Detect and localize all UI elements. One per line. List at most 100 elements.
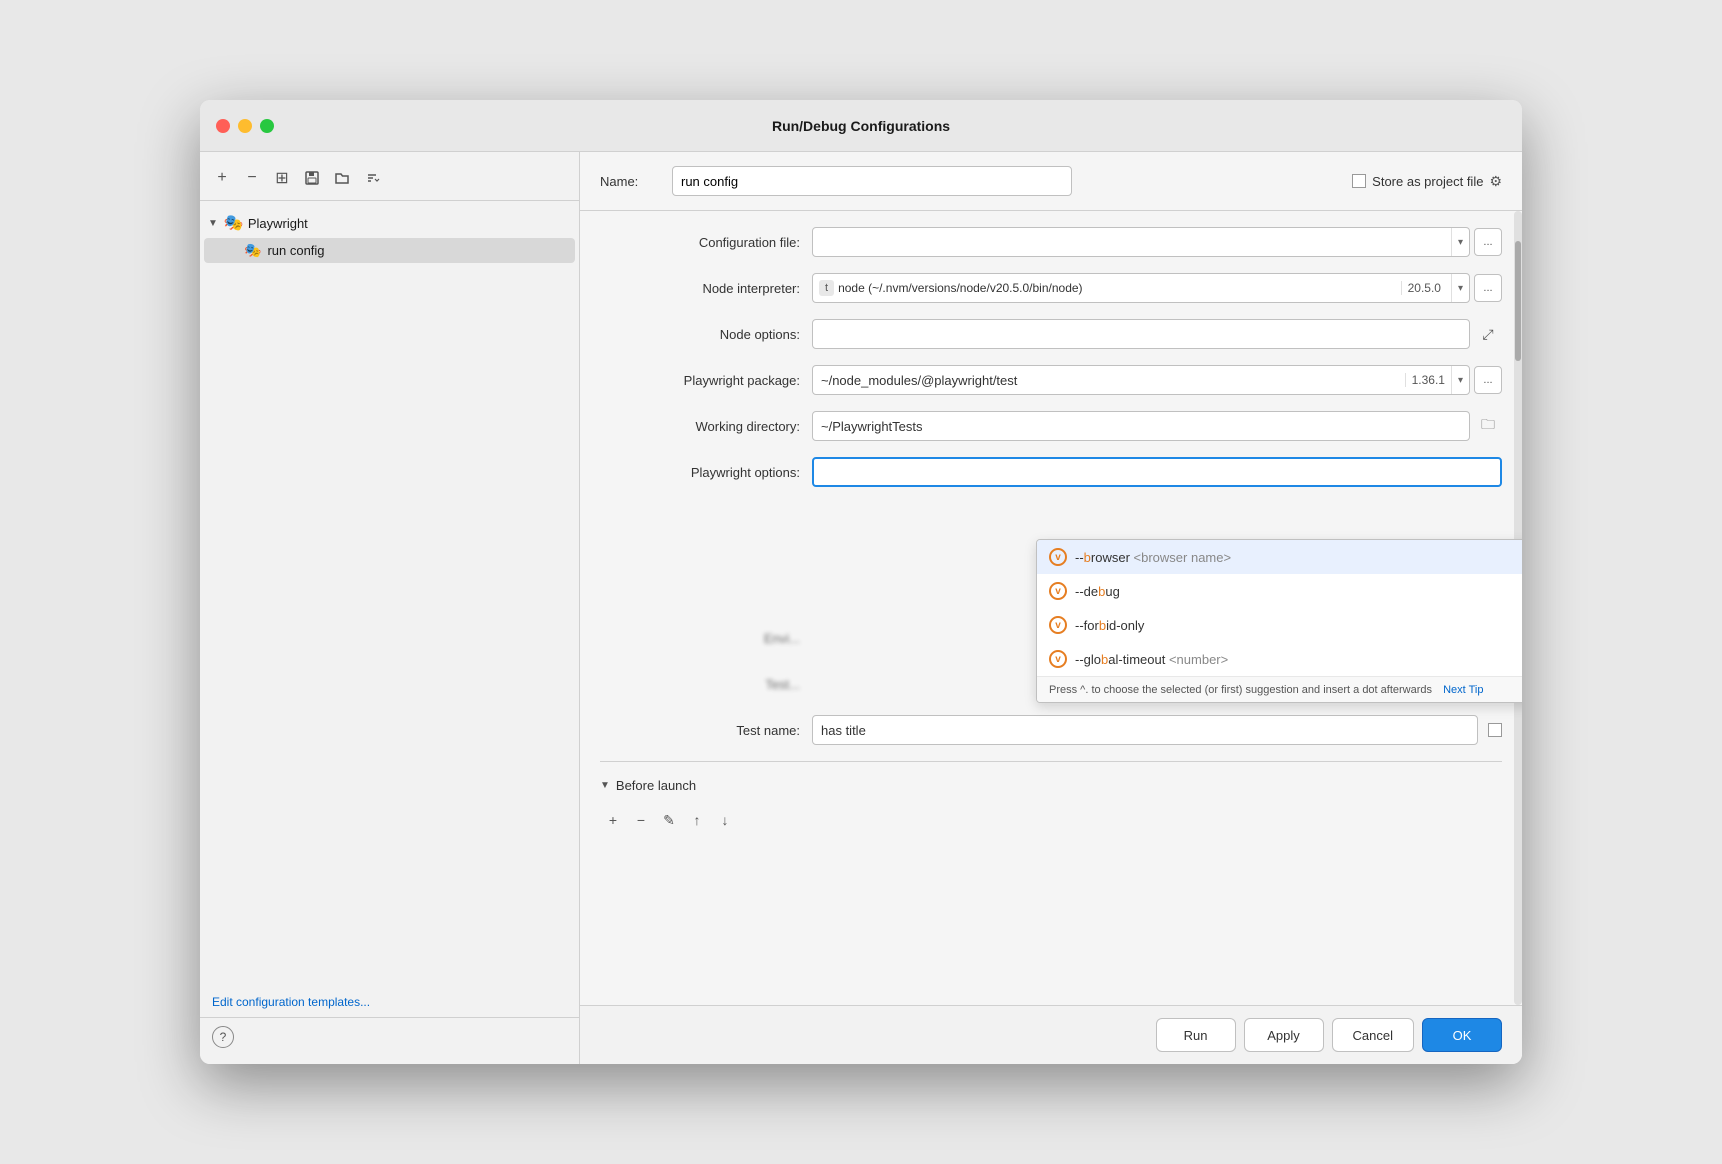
ac-text-global: --global-timeout <number> [1075,652,1522,667]
launch-edit-button[interactable]: ✎ [656,807,682,833]
settings-gear-icon[interactable]: ⚙ [1489,173,1502,190]
launch-up-button[interactable]: ↑ [684,807,710,833]
node-interpreter-label: Node interpreter: [600,281,800,296]
help-icon[interactable]: ? [212,1026,234,1048]
playwright-options-input[interactable]: b [814,459,1500,485]
playwright-package-input[interactable]: 1.36.1 ▾ [812,365,1470,395]
autocomplete-item-forbid[interactable]: v --forbid-only disallow test.only [1037,608,1522,642]
working-directory-label: Working directory: [600,419,800,434]
sidebar: + − ⊞ [200,152,580,1064]
config-file-input[interactable]: ▾ [812,227,1470,257]
working-directory-row: Working directory: 🗀 [600,411,1502,441]
playwright-package-label: Playwright package: [600,373,800,388]
ok-button[interactable]: OK [1422,1018,1502,1052]
before-launch-header: ▼ Before launch [600,778,1502,793]
ac-text-browser: --browser <browser name> [1075,550,1522,565]
close-button[interactable] [216,119,230,133]
node-interpreter-browse-button[interactable]: ... [1474,274,1502,302]
config-file-dropdown-arrow[interactable]: ▾ [1451,228,1469,256]
working-directory-folder-icon[interactable]: 🗀 [1474,412,1502,440]
working-directory-field: 🗀 [812,411,1502,441]
next-tip-link[interactable]: Next Tip [1443,684,1483,696]
store-project-area: Store as project file ⚙ [1352,173,1502,190]
ac-match-global: b [1101,652,1108,667]
apply-button[interactable]: Apply [1244,1018,1324,1052]
playwright-package-text[interactable] [813,366,1405,394]
ac-text-debug: --debug [1075,584,1522,599]
test-name-input[interactable] [813,716,1477,744]
node-options-input-wrap[interactable] [812,319,1470,349]
test-name-row: Test name: [600,715,1502,745]
test-section-label: Test... [600,677,800,692]
dialog-title: Run/Debug Configurations [772,118,950,134]
playwright-options-field: b [812,457,1502,487]
remove-config-button[interactable]: − [238,164,266,192]
config-file-browse-button[interactable]: ... [1474,228,1502,256]
working-directory-input-wrap[interactable] [812,411,1470,441]
autocomplete-item-global[interactable]: v --global-timeout <number> timeout for … [1037,642,1522,676]
minimize-button[interactable] [238,119,252,133]
run-config-label: run config [267,243,324,258]
autocomplete-footer: Press ^. to choose the selected (or firs… [1037,676,1522,702]
tree-expand-arrow: ▼ [208,218,218,229]
playwright-options-row: Playwright options: b [600,457,1502,487]
scrollbar-thumb[interactable] [1515,241,1521,361]
store-as-project-checkbox[interactable] [1352,174,1366,188]
run-config-tree-item[interactable]: 🎭 run config [204,238,575,263]
playwright-group-label: Playwright [248,216,308,231]
node-options-input[interactable] [813,320,1469,348]
test-name-label: Test name: [600,723,800,738]
copy-config-button[interactable]: ⊞ [268,164,296,192]
autocomplete-item-debug[interactable]: v --debug run tests with playwright insp… [1037,574,1522,608]
run-debug-dialog: Run/Debug Configurations + − ⊞ [200,100,1522,1064]
config-file-field: ▾ ... [812,227,1502,257]
config-file-text[interactable] [813,228,1451,256]
autocomplete-item-browser[interactable]: v --browser <browser name> run tests in … [1037,540,1522,574]
before-launch-toggle[interactable]: ▼ [600,780,610,791]
save-config-button[interactable] [298,164,326,192]
maximize-button[interactable] [260,119,274,133]
window-controls [216,119,274,133]
open-folder-button[interactable] [328,164,356,192]
run-config-icon: 🎭 [244,242,261,259]
playwright-package-browse-button[interactable]: ... [1474,366,1502,394]
node-interpreter-input[interactable]: t node (~/.nvm/versions/node/v20.5.0/bin… [812,273,1470,303]
launch-remove-button[interactable]: − [628,807,654,833]
config-name-input[interactable] [672,166,1072,196]
node-interpreter-dropdown-arrow[interactable]: ▾ [1451,274,1469,302]
config-file-label: Configuration file: [600,235,800,250]
playwright-icon: 🎭 [224,213,244,233]
ac-match-debug: b [1098,584,1105,599]
sort-button[interactable] [358,164,386,192]
playwright-options-input-wrap[interactable]: b [812,457,1502,487]
add-config-button[interactable]: + [208,164,236,192]
autocomplete-footer-text: Press ^. to choose the selected (or firs… [1049,684,1432,696]
ac-icon-browser: v [1049,548,1067,566]
node-interpreter-field-wrap: t node (~/.nvm/versions/node/v20.5.0/bin… [812,273,1502,303]
playwright-version: 1.36.1 [1405,373,1451,387]
playwright-tree-parent[interactable]: ▼ 🎭 Playwright [200,209,579,237]
cancel-button[interactable]: Cancel [1332,1018,1414,1052]
node-badge: t [819,280,834,296]
node-options-row: Node options: ⤢ [600,319,1502,349]
ac-match-forbid: b [1099,618,1106,633]
ac-match-browser: b [1084,550,1091,565]
run-button[interactable]: Run [1156,1018,1236,1052]
config-header: Name: Store as project file ⚙ [580,152,1522,211]
test-name-input-wrap[interactable] [812,715,1478,745]
launch-add-button[interactable]: + [600,807,626,833]
ac-icon-global: v [1049,650,1067,668]
before-launch-title: Before launch [616,778,696,793]
dialog-footer: Run Apply Cancel OK [580,1005,1522,1064]
sidebar-bottom: ? [200,1017,579,1056]
working-directory-input[interactable] [813,412,1469,440]
playwright-package-dropdown-arrow[interactable]: ▾ [1451,366,1469,394]
launch-down-button[interactable]: ↓ [712,807,738,833]
edit-templates-link[interactable]: Edit configuration templates... [200,987,579,1017]
test-name-checkbox[interactable] [1488,723,1502,737]
node-version: 20.5.0 [1401,281,1447,295]
name-label: Name: [600,174,660,189]
node-options-expand-icon[interactable]: ⤢ [1474,320,1502,348]
ac-icon-debug: v [1049,582,1067,600]
before-launch-section: ▼ Before launch + − ✎ ↑ ↓ [600,761,1502,837]
